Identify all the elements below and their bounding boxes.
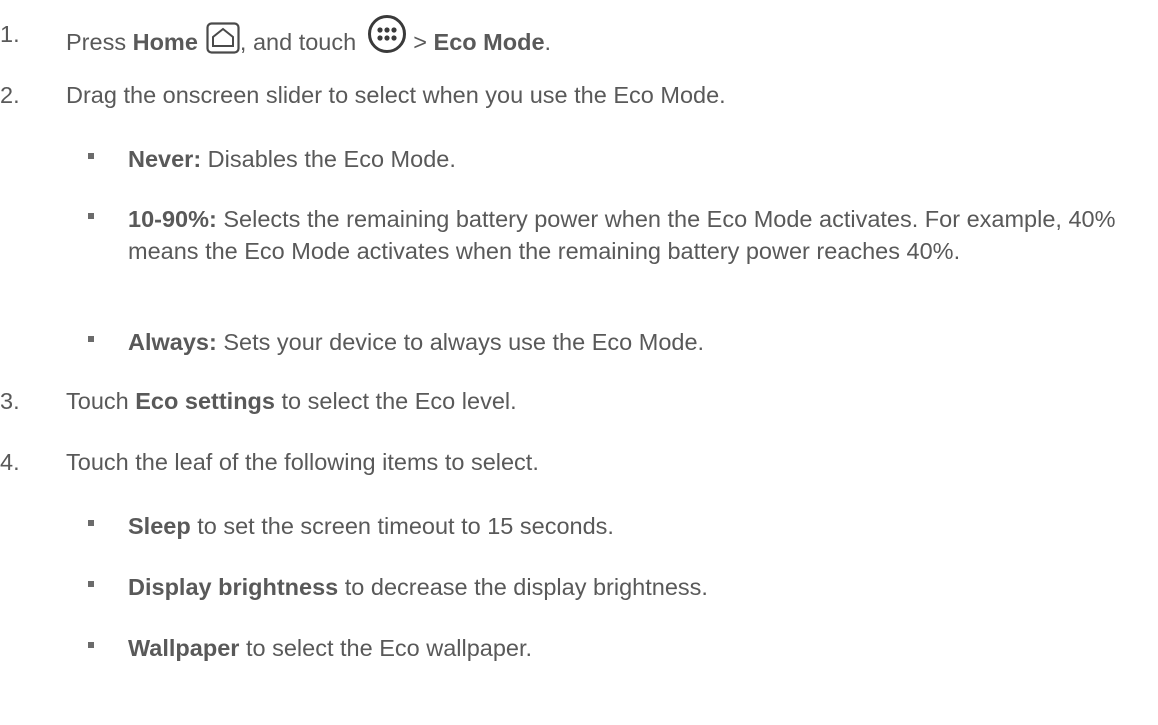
bullet-mark bbox=[88, 213, 94, 219]
bullet-mark bbox=[88, 336, 94, 342]
bullet-mark bbox=[88, 520, 94, 526]
bullet-mark bbox=[88, 153, 94, 159]
bullet-mark bbox=[88, 642, 94, 648]
step-text: Press Home, and touch > Eco Mode. bbox=[66, 15, 551, 67]
eco-mode-label: Eco Mode bbox=[433, 29, 545, 56]
bullet-mark bbox=[88, 581, 94, 587]
home-icon bbox=[206, 22, 240, 60]
apps-icon bbox=[367, 14, 407, 60]
step-text: Drag the onscreen slider to select when … bbox=[66, 82, 726, 108]
home-label: Home bbox=[132, 29, 198, 56]
step-number: 4. bbox=[0, 449, 20, 475]
step-text: Touch Eco settings to select the Eco lev… bbox=[66, 388, 517, 414]
step-number: 1. bbox=[0, 21, 20, 47]
step-number: 3. bbox=[0, 388, 20, 414]
step-text: Touch the leaf of the following items to… bbox=[66, 449, 539, 475]
eco-settings-label: Eco settings bbox=[135, 388, 275, 414]
step-number: 2. bbox=[0, 82, 20, 108]
